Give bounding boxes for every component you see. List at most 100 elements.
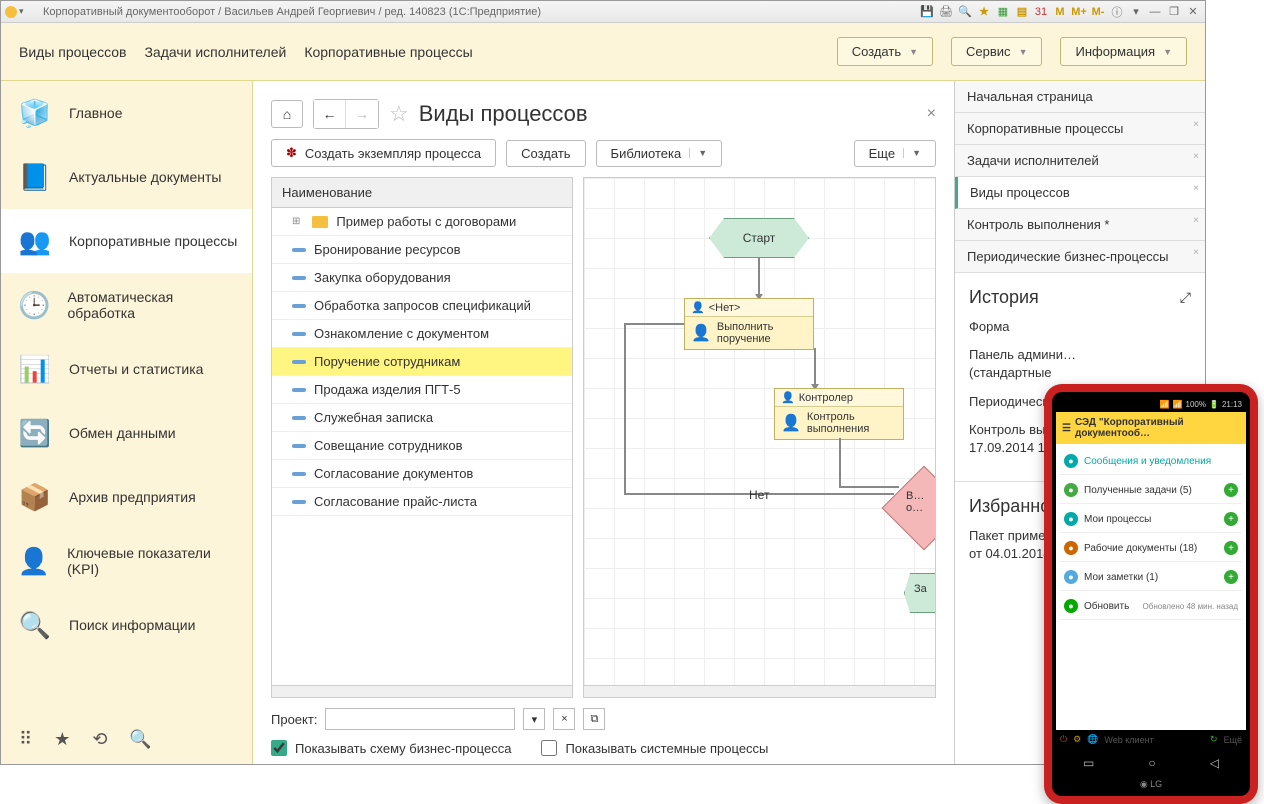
- m-icon[interactable]: M: [1052, 4, 1068, 20]
- tab-close-icon[interactable]: ×: [1193, 215, 1199, 226]
- sidebar-item-4[interactable]: 📊Отчеты и статистика: [1, 337, 252, 401]
- phone-web-icon[interactable]: 🌐: [1087, 734, 1098, 745]
- phone-back-icon[interactable]: ◁: [1210, 756, 1219, 770]
- grid-icon[interactable]: ▦: [995, 4, 1011, 20]
- tree-hscroll[interactable]: [272, 685, 572, 697]
- create-button[interactable]: Создать: [506, 140, 585, 167]
- phone-menu-icon[interactable]: ☰: [1062, 423, 1071, 434]
- phone-home-icon[interactable]: ○: [1148, 756, 1155, 770]
- create-instance-button[interactable]: ✽Создать экземпляр процесса: [271, 139, 496, 167]
- right-tab-1[interactable]: Корпоративные процессы×: [955, 113, 1205, 145]
- fav-icon[interactable]: ★: [54, 729, 70, 750]
- library-button[interactable]: Библиотека▼: [596, 140, 723, 167]
- sidebar-item-1[interactable]: 📘Актуальные документы: [1, 145, 252, 209]
- close-page-icon[interactable]: ×: [927, 105, 936, 123]
- tree-row-10[interactable]: Согласование прайс-листа: [272, 488, 572, 516]
- restore-icon[interactable]: ❐: [1166, 4, 1182, 20]
- tab-close-icon[interactable]: ×: [1193, 119, 1199, 130]
- forward-button[interactable]: →: [346, 100, 378, 128]
- tab-close-icon[interactable]: ×: [1193, 151, 1199, 162]
- print-icon[interactable]: 🖨: [938, 4, 954, 20]
- info-menu[interactable]: Информация▼: [1060, 37, 1187, 66]
- diagram-task-node-2[interactable]: 👤Контролер 👤Контроль выполнения: [774, 388, 904, 440]
- phone-more-icon[interactable]: ↻: [1210, 734, 1218, 745]
- dropdown-icon[interactable]: ▾: [1128, 4, 1144, 20]
- tree-row-8[interactable]: Совещание сотрудников: [272, 432, 572, 460]
- tree-row-3[interactable]: Обработка запросов спецификаций: [272, 292, 572, 320]
- phone-power-icon[interactable]: ⏻: [1060, 734, 1067, 745]
- calc-icon[interactable]: ▤: [1014, 4, 1030, 20]
- phone-gear-icon[interactable]: ⚙: [1073, 734, 1081, 745]
- project-dropdown[interactable]: ▾: [523, 708, 545, 730]
- phone-add-icon[interactable]: +: [1224, 483, 1238, 497]
- sidebar-item-7[interactable]: 👤Ключевые показатели (KPI): [1, 529, 252, 593]
- info-icon[interactable]: ⓘ: [1109, 4, 1125, 20]
- diagram-canvas[interactable]: Старт 👤<Нет> 👤Выполнить поручение 👤Контр…: [583, 177, 936, 698]
- tree-row-5[interactable]: Поручение сотрудникам: [272, 348, 572, 376]
- tree-row-0[interactable]: Пример работы с договорами: [272, 208, 572, 236]
- right-tab-2[interactable]: Задачи исполнителей×: [955, 145, 1205, 177]
- more-button[interactable]: Еще▼: [854, 140, 936, 167]
- phone-recent-icon[interactable]: ▭: [1083, 756, 1094, 770]
- project-input[interactable]: [325, 708, 515, 730]
- sidebar-item-8[interactable]: 🔍Поиск информации: [1, 593, 252, 657]
- phone-item-0[interactable]: ●Сообщения и уведомления: [1060, 448, 1242, 475]
- right-tab-4[interactable]: Контроль выполнения *×: [955, 209, 1205, 241]
- phone-web-label[interactable]: Web клиент: [1104, 735, 1153, 745]
- phone-item-5[interactable]: ●ОбновитьОбновлено 48 мин. назад: [1060, 593, 1242, 620]
- history-expand-icon[interactable]: ⤢: [1180, 289, 1191, 306]
- sidebar-item-2[interactable]: 👥Корпоративные процессы: [1, 209, 252, 273]
- project-open[interactable]: ⧉: [583, 708, 605, 730]
- project-clear[interactable]: ×: [553, 708, 575, 730]
- back-button[interactable]: ←: [314, 100, 346, 128]
- minimize-icon[interactable]: —: [1147, 4, 1163, 20]
- mplus-icon[interactable]: M+: [1071, 4, 1087, 20]
- menu-item-1[interactable]: Задачи исполнителей: [144, 44, 286, 60]
- tree-row-7[interactable]: Служебная записка: [272, 404, 572, 432]
- phone-item-4[interactable]: ●Мои заметки (1)+: [1060, 564, 1242, 591]
- tree-row-2[interactable]: Закупка оборудования: [272, 264, 572, 292]
- tree-row-9[interactable]: Согласование документов: [272, 460, 572, 488]
- sidebar-item-5[interactable]: 🔄Обмен данными: [1, 401, 252, 465]
- diagram-hscroll[interactable]: [584, 685, 935, 697]
- tab-close-icon[interactable]: ×: [1193, 247, 1199, 258]
- search-icon[interactable]: 🔍: [129, 729, 151, 750]
- phone-add-icon[interactable]: +: [1224, 541, 1238, 555]
- tree-row-6[interactable]: Продажа изделия ПГТ-5: [272, 376, 572, 404]
- tree-row-1[interactable]: Бронирование ресурсов: [272, 236, 572, 264]
- right-tab-3[interactable]: Виды процессов×: [955, 177, 1205, 209]
- right-tab-0[interactable]: Начальная страница: [955, 81, 1205, 113]
- home-button[interactable]: ⌂: [271, 100, 303, 128]
- history-item-1[interactable]: Панель админи… (стандартные: [969, 346, 1191, 382]
- service-menu[interactable]: Сервис▼: [951, 37, 1042, 66]
- menu-item-2[interactable]: Корпоративные процессы: [304, 44, 472, 60]
- sidebar-item-6[interactable]: 📦Архив предприятия: [1, 465, 252, 529]
- mminus-icon[interactable]: M-: [1090, 4, 1106, 20]
- menu-item-0[interactable]: Виды процессов: [19, 44, 126, 60]
- tab-close-icon[interactable]: ×: [1193, 183, 1199, 194]
- phone-item-2[interactable]: ●Мои процессы+: [1060, 506, 1242, 533]
- show-system-checkbox[interactable]: [541, 740, 557, 756]
- apps-icon[interactable]: ⠿: [19, 729, 32, 750]
- phone-add-icon[interactable]: +: [1224, 512, 1238, 526]
- favorite-star-icon[interactable]: ☆: [389, 101, 409, 127]
- phone-more-label[interactable]: Ещё: [1224, 735, 1242, 745]
- sidebar-item-3[interactable]: 🕒Автоматическая обработка: [1, 273, 252, 337]
- phone-add-icon[interactable]: +: [1224, 570, 1238, 584]
- history-item-0[interactable]: Форма: [969, 318, 1191, 336]
- create-menu[interactable]: Создать▼: [837, 37, 933, 66]
- phone-item-1[interactable]: ●Полученные задачи (5)+: [1060, 477, 1242, 504]
- preview-icon[interactable]: 🔍: [957, 4, 973, 20]
- sidebar-item-0[interactable]: 🧊Главное: [1, 81, 252, 145]
- close-icon[interactable]: ✕: [1185, 4, 1201, 20]
- history-icon[interactable]: ⟲: [92, 729, 107, 750]
- show-schema-checkbox[interactable]: [271, 740, 287, 756]
- diagram-start-node[interactable]: Старт: [709, 218, 809, 258]
- star-icon[interactable]: ★: [976, 4, 992, 20]
- tree-row-4[interactable]: Ознакомление с документом: [272, 320, 572, 348]
- phone-item-3[interactable]: ●Рабочие документы (18)+: [1060, 535, 1242, 562]
- calendar-icon[interactable]: 31: [1033, 4, 1049, 20]
- right-tab-5[interactable]: Периодические бизнес-процессы×: [955, 241, 1205, 273]
- diagram-task-node-1[interactable]: 👤<Нет> 👤Выполнить поручение: [684, 298, 814, 350]
- save-icon[interactable]: 💾: [919, 4, 935, 20]
